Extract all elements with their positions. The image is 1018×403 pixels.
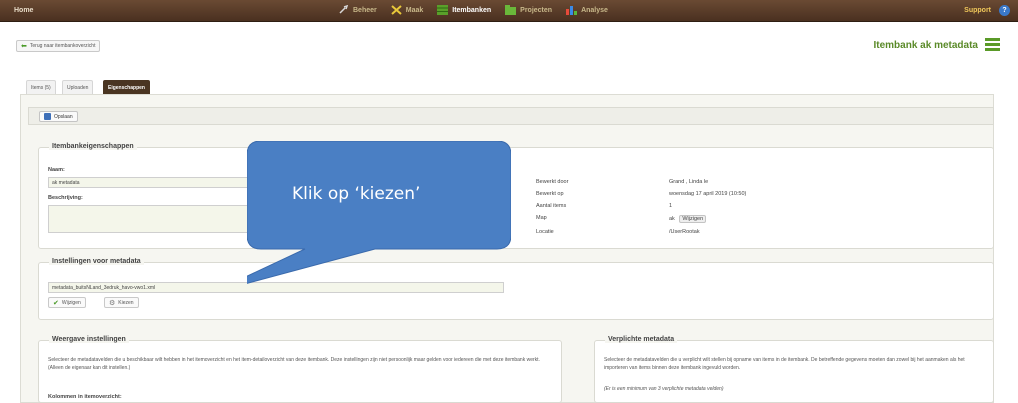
help-icon[interactable]: ? [999,5,1010,16]
edit-metadata-button[interactable]: ✔ Wijzigen [48,297,86,308]
nav-label: Beheer [353,6,377,14]
description-textarea[interactable] [48,205,258,233]
nav-label: Maak [405,6,424,14]
meta-value-folder: ak Wijzigen [669,215,707,223]
save-button[interactable]: Opslaan [39,111,78,122]
tab-bar: Items (5) Uploaden Eigenschappen [20,76,994,94]
choose-metadata-label: Kiezen [118,299,134,306]
hamburger-menu-icon[interactable] [985,38,1000,52]
meta-key-edited-by: Bewerkt door [536,179,569,185]
meta-value-edited-by: Grand , Linda le [669,179,709,185]
nav-label: Projecten [520,6,553,14]
toolbar: Opslaan [28,107,994,125]
required-metadata-text: Selecteer de metadatavelden die u verpli… [604,357,965,371]
tab-eigenschappen[interactable]: Eigenschappen [103,80,150,94]
top-navigation-bar: Home Beheer Maak Itembanken Projecten An… [0,0,1018,22]
meta-key-location: Locatie [536,229,554,235]
instruction-callout [247,141,511,284]
tab-items[interactable]: Items (5) [26,80,56,94]
properties-fieldset: Itembankeigenschappen [38,143,994,249]
grid-icon [437,5,449,15]
support-link[interactable]: Support ? [964,5,1010,16]
main-nav: Beheer Maak Itembanken Projecten Analyse [338,4,622,15]
meta-value-item-count: 1 [669,203,673,209]
description-label: Beschrijving: [48,195,83,201]
choose-metadata-button[interactable]: ⚙ Kiezen [104,297,139,308]
support-label: Support [964,7,991,14]
nav-item-beheer[interactable]: Beheer [338,4,377,15]
tools-icon [391,5,402,15]
meta-key-edited-on: Bewerkt op [536,191,564,197]
wrench-icon [338,4,349,15]
nav-item-projecten[interactable]: Projecten [505,5,552,15]
edit-metadata-label: Wijzigen [61,299,81,306]
back-to-overview-button[interactable]: ⬅ Terug naar itembankoverzicht [16,40,101,52]
display-settings-legend: Weergave instellingen [49,336,129,343]
back-button-label: Terug naar itembankoverzicht [29,43,96,49]
name-input[interactable]: ak metadata [48,177,258,188]
metadata-settings-legend: Instellingen voor metadata [49,258,144,265]
gear-icon: ⚙ [109,299,116,307]
save-button-label: Opslaan [54,113,73,120]
nav-item-analyse[interactable]: Analyse [566,5,608,15]
display-settings-text: Selecteer de metadatavelden die u beschi… [48,357,540,371]
name-label: Naam: [48,167,65,173]
meta-key-folder: Map [536,215,547,221]
save-disk-icon [44,113,51,120]
nav-item-itembanken[interactable]: Itembanken [437,5,491,15]
change-folder-button[interactable]: Wijzigen [679,215,707,223]
nav-item-maak[interactable]: Maak [391,5,424,15]
meta-key-item-count: Aantal items [536,203,567,209]
required-metadata-note: (Er is een minimum van 3 verplichte meta… [604,386,724,392]
checkmark-icon: ✔ [53,299,59,307]
folder-name: ak [669,216,675,222]
arrow-left-icon: ⬅ [21,43,27,50]
columns-heading: Kolommen in itemoverzicht: [48,394,122,400]
properties-legend: Itembankeigenschappen [49,143,137,150]
callout-text: Klik op ‘kiezen’ [292,184,421,204]
tab-uploaden[interactable]: Uploaden [62,80,94,94]
bar-chart-icon [566,5,578,15]
folder-icon [505,5,517,15]
meta-value-location: /UserRootak [669,229,700,235]
meta-value-edited-on: woensdag 17 april 2019 (10:50) [669,191,747,197]
nav-label: Analyse [581,6,608,14]
home-link[interactable]: Home [14,7,33,14]
nav-label: Itembanken [452,6,492,14]
required-metadata-legend: Verplichte metadata [605,336,678,343]
page-title: Itembank ak metadata [873,40,979,51]
